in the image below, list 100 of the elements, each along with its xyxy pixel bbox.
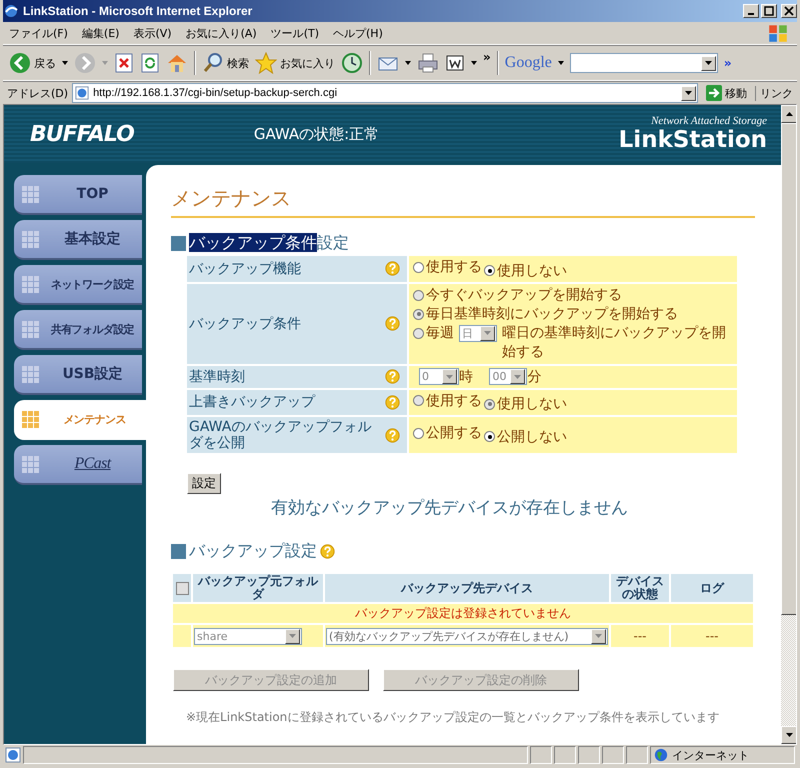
minimize-button[interactable] <box>743 4 759 18</box>
search-button[interactable]: 検索 <box>202 52 249 74</box>
page-icon <box>75 86 90 100</box>
home-icon[interactable] <box>166 52 188 74</box>
nav-tab[interactable]: USB設定 <box>14 355 142 395</box>
dropdown-button[interactable] <box>591 628 606 644</box>
vertical-scrollbar[interactable] <box>781 105 796 744</box>
down-arrow-icon <box>786 733 793 737</box>
option-label: 曜日の基準時刻にバックアップを開始する <box>502 324 727 362</box>
grid-icon <box>22 276 39 292</box>
select-all-checkbox[interactable] <box>176 582 188 595</box>
go-button[interactable]: 移動 <box>702 85 751 101</box>
dropdown-button[interactable] <box>442 369 457 384</box>
address-field[interactable]: http://192.168.1.37/cgi-bin/setup-backup-serch.cgi <box>72 83 698 103</box>
footnote: ※現在LinkStationに登録されているバックアップ設定の一覧とバックアップ条件を表示しています <box>186 709 720 726</box>
scroll-down-button[interactable] <box>781 726 796 744</box>
links-button[interactable]: リンク <box>755 86 797 100</box>
menu-item[interactable]: ファイル(F) <box>9 26 68 40</box>
destination-device-select[interactable]: (有効なバックアップ先デバイスが存在しません) <box>326 628 608 644</box>
close-button[interactable] <box>781 4 797 18</box>
bullet-icon <box>171 236 186 251</box>
close-icon <box>784 6 794 16</box>
setting-label: 基準時刻 <box>187 366 409 388</box>
option-label: 公開しない <box>497 428 567 446</box>
caret-icon[interactable] <box>558 61 564 65</box>
address-label: アドレス(D) <box>7 86 68 100</box>
caret-icon[interactable] <box>405 61 411 65</box>
caret-icon <box>595 634 602 638</box>
back-button[interactable]: 戻る <box>9 52 56 74</box>
nav-tab[interactable]: 基本設定 <box>14 220 142 260</box>
menu-item[interactable]: お気に入り(A) <box>186 26 257 40</box>
grid-icon <box>22 410 39 428</box>
refresh-icon[interactable] <box>140 53 160 73</box>
product-logo: LinkStation <box>618 127 767 153</box>
hour-unit: 時 <box>459 368 473 384</box>
dropdown-button[interactable] <box>700 56 716 70</box>
menu-item[interactable]: ヘルプ(H) <box>333 26 383 40</box>
submit-button[interactable]: 設定 <box>187 473 221 494</box>
minute-select[interactable]: 00 <box>489 368 528 386</box>
hour-select[interactable]: 0 <box>419 368 459 386</box>
section-title: バックアップ設定 <box>189 541 317 562</box>
radio-button[interactable] <box>484 431 495 442</box>
edit-icon[interactable] <box>445 53 465 73</box>
radio-button[interactable] <box>413 428 424 439</box>
menu-item[interactable]: 表示(V) <box>133 26 172 40</box>
menu-item[interactable]: 編集(E) <box>82 26 120 40</box>
bullet-icon <box>171 544 186 559</box>
help-icon[interactable] <box>385 316 400 331</box>
nav-tab[interactable]: 共有フォルダ設定 <box>14 310 142 350</box>
caret-icon[interactable] <box>471 61 477 65</box>
help-icon[interactable] <box>385 394 400 410</box>
menu-item[interactable]: ツール(T) <box>270 26 319 40</box>
help-icon[interactable] <box>320 544 335 559</box>
scrollbar-thumb[interactable] <box>781 123 796 615</box>
star-icon <box>255 52 277 74</box>
radio-button[interactable] <box>484 265 495 276</box>
arrow-icon <box>706 85 722 101</box>
maximize-button[interactable] <box>761 4 777 18</box>
dropdown-button[interactable] <box>285 628 300 644</box>
nav-tab[interactable]: TOP <box>14 175 142 215</box>
dropdown-button[interactable] <box>510 369 526 384</box>
minute-unit: 分 <box>527 368 542 384</box>
column-header: バックアップ先デバイス <box>325 574 609 602</box>
page-icon <box>5 747 21 763</box>
page-title: メンテナンス <box>171 179 755 218</box>
caret-icon <box>704 61 712 65</box>
section-title: バックアップ条件設定 <box>189 233 349 254</box>
up-arrow-icon <box>786 112 793 116</box>
help-icon[interactable] <box>385 369 400 384</box>
stop-icon[interactable] <box>114 53 134 73</box>
source-folder-select[interactable]: share <box>194 628 302 644</box>
grid-icon <box>22 366 39 382</box>
setting-label: 上書きバックアップ <box>187 390 409 415</box>
radio-button[interactable] <box>413 262 424 272</box>
setting-label: バックアップ機能 <box>187 256 409 282</box>
nav-tab[interactable]: PCast <box>14 445 142 485</box>
column-header: ログ <box>671 574 753 602</box>
caret-icon[interactable] <box>62 61 68 65</box>
table-cell <box>173 625 191 647</box>
nav-tab[interactable]: ネットワーク設定 <box>14 265 142 305</box>
option-label: 使用する <box>426 258 482 276</box>
printer-icon[interactable] <box>417 52 439 74</box>
google-search-field[interactable] <box>570 53 718 73</box>
help-icon[interactable] <box>385 428 400 442</box>
caret-icon <box>484 331 491 335</box>
nav-tab[interactable]: メンテナンス <box>14 400 146 440</box>
help-icon[interactable] <box>385 261 400 276</box>
scroll-up-button[interactable] <box>781 105 796 123</box>
favorites-button[interactable]: お気に入り <box>255 52 335 74</box>
toolbar-overflow-button[interactable]: » <box>483 50 491 64</box>
url-text: http://192.168.1.37/cgi-bin/setup-backup-serch.cgi <box>93 87 338 99</box>
dropdown-button[interactable] <box>681 86 696 100</box>
table-cell: --- <box>611 625 669 647</box>
google-overflow-button[interactable]: » <box>724 56 732 70</box>
notice-message: 有効なバックアップ先デバイスが存在しません <box>271 497 629 519</box>
column-header: デバイスの状態 <box>611 574 669 602</box>
dropdown-button[interactable] <box>480 326 495 340</box>
minimize-icon <box>748 13 754 15</box>
history-icon[interactable] <box>341 52 363 74</box>
column-header: バックアップ元フォルダ <box>193 574 323 602</box>
